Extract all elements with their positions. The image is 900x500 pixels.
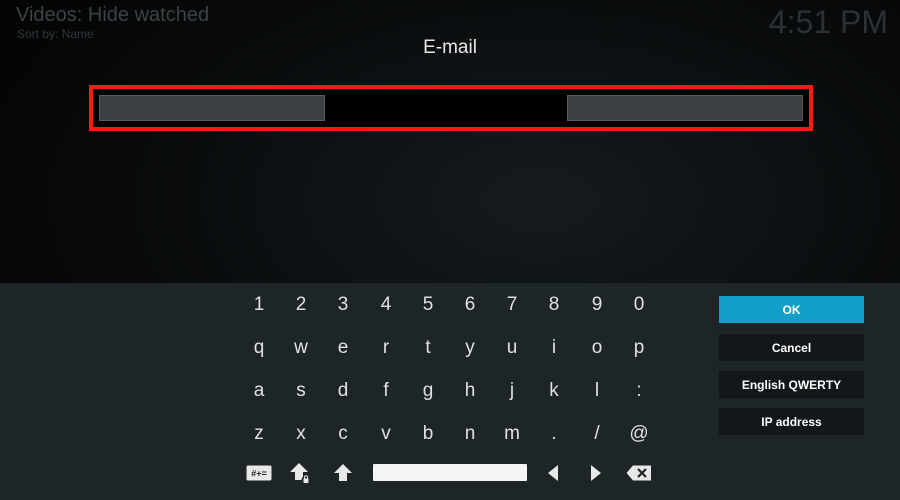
symbols-icon: #+=: [246, 465, 272, 481]
key-l[interactable]: l: [579, 376, 615, 406]
symbols-key-label: #+=: [251, 469, 267, 479]
key-q[interactable]: q: [241, 333, 277, 363]
redaction-left: [99, 95, 325, 121]
key-b[interactable]: b: [410, 419, 446, 449]
key-char-64[interactable]: @: [621, 419, 657, 449]
key-z[interactable]: z: [241, 419, 277, 449]
screen: Videos: Hide watched Sort by: Name 4:51 …: [0, 0, 900, 500]
caps-lock-icon: [290, 463, 311, 485]
cursor-left-key[interactable]: [535, 458, 571, 488]
key-8[interactable]: 8: [536, 290, 572, 320]
backspace-icon: [626, 465, 651, 481]
key-o[interactable]: o: [579, 333, 615, 363]
shift-icon: [334, 464, 352, 481]
key-t[interactable]: t: [410, 333, 446, 363]
ok-button[interactable]: OK: [719, 296, 864, 323]
redaction-right: [567, 95, 803, 121]
key-m[interactable]: m: [494, 419, 530, 449]
key-p[interactable]: p: [621, 333, 657, 363]
cancel-button[interactable]: Cancel: [719, 334, 864, 361]
key-0[interactable]: 0: [621, 290, 657, 320]
backspace-key[interactable]: [621, 458, 657, 488]
key-v[interactable]: v: [368, 419, 404, 449]
key-g[interactable]: g: [410, 376, 446, 406]
key-5[interactable]: 5: [410, 290, 446, 320]
shift-key[interactable]: [325, 458, 361, 488]
arrow-right-icon: [591, 465, 601, 481]
key-y[interactable]: y: [452, 333, 488, 363]
key-char-58[interactable]: :: [621, 376, 657, 406]
key-x[interactable]: x: [283, 419, 319, 449]
keyboard-layout-button[interactable]: English QWERTY: [719, 371, 864, 398]
key-n[interactable]: n: [452, 419, 488, 449]
key-2[interactable]: 2: [283, 290, 319, 320]
key-k[interactable]: k: [536, 376, 572, 406]
background-window-title: Videos: Hide watched: [16, 4, 210, 26]
shift-lock-key[interactable]: [283, 458, 319, 488]
key-r[interactable]: r: [368, 333, 404, 363]
key-i[interactable]: i: [536, 333, 572, 363]
key-char-47[interactable]: /: [579, 419, 615, 449]
clock: 4:51 PM: [768, 4, 888, 40]
symbols-key[interactable]: #+=: [241, 458, 277, 488]
dialog-heading: E-mail: [423, 37, 477, 58]
key-h[interactable]: h: [452, 376, 488, 406]
key-s[interactable]: s: [283, 376, 319, 406]
email-input-highlight: [89, 85, 813, 131]
key-w[interactable]: w: [283, 333, 319, 363]
key-9[interactable]: 9: [579, 290, 615, 320]
key-7[interactable]: 7: [494, 290, 530, 320]
key-char-46[interactable]: .: [536, 419, 572, 449]
arrow-left-icon: [548, 465, 558, 481]
key-f[interactable]: f: [368, 376, 404, 406]
key-3[interactable]: 3: [325, 290, 361, 320]
key-j[interactable]: j: [494, 376, 530, 406]
keyboard-panel: #+= OK Cancel English QWERTY IP address …: [0, 283, 900, 500]
key-e[interactable]: e: [325, 333, 361, 363]
ip-address-button[interactable]: IP address: [719, 408, 864, 435]
key-6[interactable]: 6: [452, 290, 488, 320]
key-1[interactable]: 1: [241, 290, 277, 320]
email-input[interactable]: [99, 95, 803, 121]
space-key[interactable]: [373, 464, 527, 481]
cursor-right-key[interactable]: [578, 458, 614, 488]
key-a[interactable]: a: [241, 376, 277, 406]
key-u[interactable]: u: [494, 333, 530, 363]
key-4[interactable]: 4: [368, 290, 404, 320]
key-d[interactable]: d: [325, 376, 361, 406]
key-c[interactable]: c: [325, 419, 361, 449]
